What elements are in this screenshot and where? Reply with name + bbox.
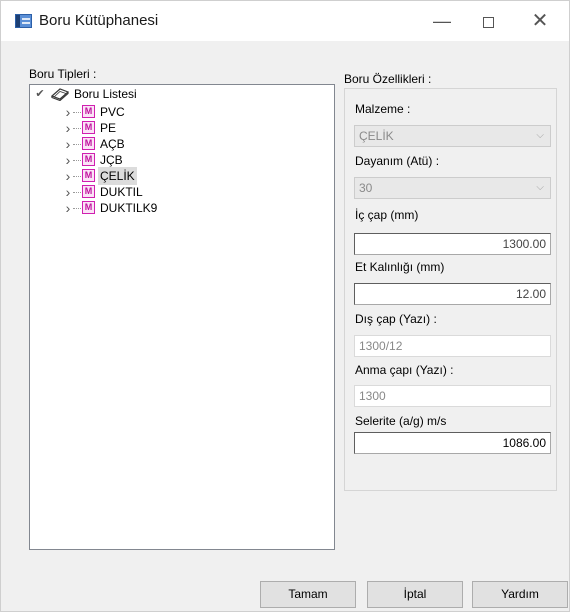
anma-cap-label: Anma çapı (Yazı) : bbox=[355, 363, 454, 377]
chevron-down-icon[interactable]: ✔ bbox=[34, 85, 46, 103]
dayanim-combo[interactable]: 30 ⌵ bbox=[354, 177, 551, 199]
tree-item[interactable]: › M DUKTILK9 bbox=[34, 199, 234, 217]
malzeme-value: ÇELİK bbox=[359, 129, 394, 143]
chevron-down-icon[interactable]: ⌵ bbox=[536, 178, 544, 198]
tree-connector bbox=[73, 192, 81, 193]
properties-group-label: Boru Özellikleri : bbox=[344, 72, 432, 86]
dayanim-value: 30 bbox=[359, 181, 373, 195]
minimize-button[interactable]: — bbox=[419, 1, 465, 41]
app-icon bbox=[15, 14, 32, 28]
cancel-button[interactable]: İptal bbox=[367, 581, 463, 608]
m-letter-icon: M bbox=[82, 185, 95, 198]
ic-cap-input[interactable]: 1300.00 bbox=[354, 233, 551, 255]
chevron-down-icon[interactable]: ⌵ bbox=[536, 126, 544, 146]
ic-cap-label: İç çap (mm) bbox=[355, 208, 419, 222]
tree-connector bbox=[73, 112, 81, 113]
m-letter-icon: M bbox=[82, 137, 95, 150]
m-letter-icon: M bbox=[82, 105, 95, 118]
tree-connector bbox=[73, 144, 81, 145]
tree-root-label: Boru Listesi bbox=[74, 87, 137, 101]
boru-kutuphanesi-dialog: Boru Kütüphanesi — ✕ Boru Tipleri : ✔ Bo… bbox=[0, 0, 570, 612]
pipe-type-tree[interactable]: ✔ Boru Listesi › M PVC › M PE › M AÇB › M JÇB › M ÇELİ… bbox=[29, 84, 335, 550]
tree-connector bbox=[73, 176, 81, 177]
et-kalinligi-label: Et Kalınlığı (mm) bbox=[355, 260, 445, 274]
title-bar[interactable]: Boru Kütüphanesi — ✕ bbox=[1, 1, 569, 41]
ok-button[interactable]: Tamam bbox=[260, 581, 356, 608]
m-letter-icon: M bbox=[82, 201, 95, 214]
window-title: Boru Kütüphanesi bbox=[39, 12, 159, 29]
tree-connector bbox=[73, 160, 81, 161]
m-letter-icon: M bbox=[82, 153, 95, 166]
malzeme-label: Malzeme : bbox=[355, 102, 411, 116]
book-icon bbox=[50, 87, 70, 102]
selerite-input[interactable]: 1086.00 bbox=[354, 432, 551, 454]
et-kalinligi-input[interactable]: 12.00 bbox=[354, 283, 551, 305]
tree-label: Boru Tipleri : bbox=[29, 67, 97, 81]
maximize-button[interactable] bbox=[465, 1, 511, 41]
m-letter-icon: M bbox=[82, 121, 95, 134]
tree-root[interactable]: ✔ Boru Listesi bbox=[34, 85, 234, 103]
tree-connector bbox=[73, 128, 81, 129]
close-button[interactable]: ✕ bbox=[517, 1, 563, 41]
maximize-icon bbox=[482, 16, 494, 28]
dayanim-label: Dayanım (Atü) : bbox=[355, 154, 440, 168]
dis-cap-label: Dış çap (Yazı) : bbox=[355, 312, 437, 326]
malzeme-combo[interactable]: ÇELİK ⌵ bbox=[354, 125, 551, 147]
anma-cap-field: 1300 bbox=[354, 385, 551, 407]
tree-item-label: DUKTILK9 bbox=[100, 201, 158, 215]
dis-cap-field: 1300/12 bbox=[354, 335, 551, 357]
tree-connector bbox=[73, 208, 81, 209]
selerite-label: Selerite (a/g) m/s bbox=[355, 414, 447, 428]
m-letter-icon: M bbox=[82, 169, 95, 182]
help-button[interactable]: Yardım bbox=[472, 581, 568, 608]
